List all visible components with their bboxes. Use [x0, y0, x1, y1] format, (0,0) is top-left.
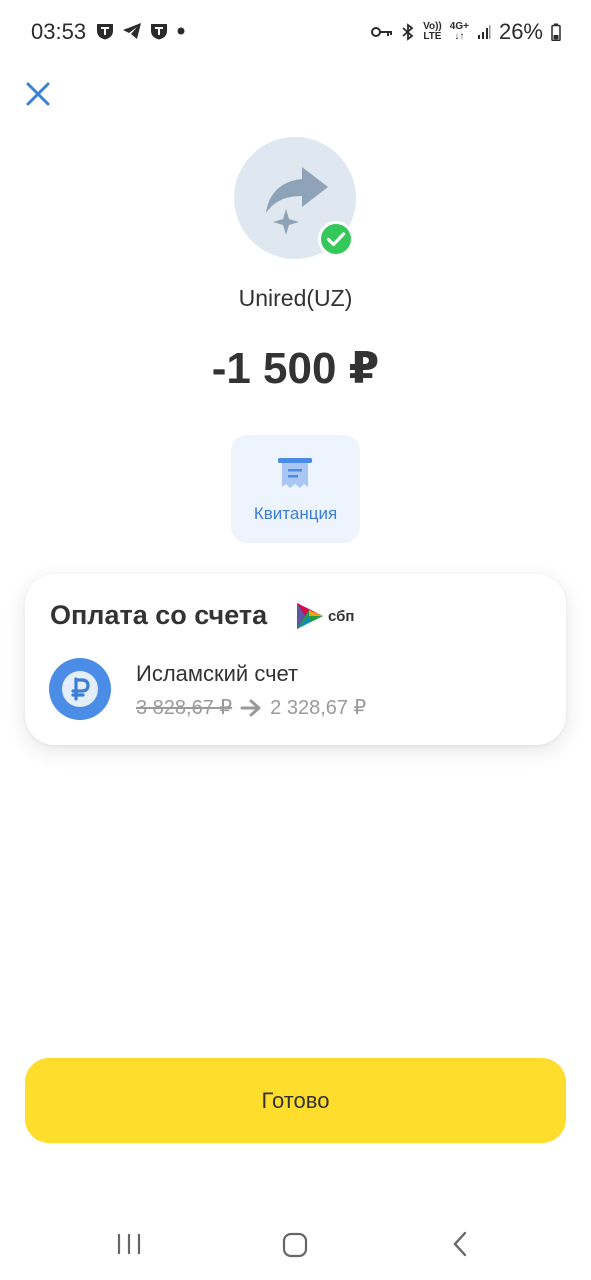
notification-icons [96, 22, 186, 40]
volte-indicator: Vo)) LTE [423, 21, 442, 42]
old-balance: 3 828,67 ₽ [136, 697, 233, 719]
ruble-icon [62, 671, 98, 707]
battery-icon [551, 23, 561, 41]
transaction-amount: -1 500 ₽ [211, 344, 380, 393]
shield-app-icon [151, 24, 167, 40]
status-time: 03:53 [31, 19, 87, 44]
back-icon [453, 1231, 467, 1257]
battery-percent: 26% [498, 19, 543, 44]
system-icons: Vo)) LTE 4G+ ↓↑ 26% [371, 19, 561, 45]
dot-icon [177, 27, 185, 35]
done-button[interactable]: Готово [25, 1058, 566, 1143]
system-nav-bar [0, 1210, 591, 1280]
success-badge [318, 221, 354, 257]
key-icon [371, 27, 393, 37]
new-balance: 2 328,67 ₽ [270, 697, 367, 719]
account-balance-change: 3 828,67 ₽ 2 328,67 ₽ [136, 695, 366, 720]
shield-app-icon [97, 24, 113, 40]
payment-source-card: Оплата со счета сбп Исламский счет 3 828… [25, 574, 566, 745]
sbp-logo-icon [297, 603, 323, 629]
close-button[interactable] [23, 79, 53, 109]
recent-apps-icon [117, 1234, 141, 1254]
home-icon [282, 1232, 308, 1258]
recipient-name: Unired(UZ) [238, 285, 353, 311]
signal-icon [477, 25, 491, 39]
account-avatar [49, 658, 111, 720]
back-button[interactable] [450, 1230, 470, 1263]
arrow-right-icon [240, 699, 261, 716]
status-bar: 03:53 Vo)) LTE 4G+ ↓↑ 26% [0, 0, 591, 64]
check-circle-icon [321, 224, 351, 254]
receipt-button[interactable]: Квитанция [231, 435, 360, 543]
sbp-text: сбп [328, 607, 355, 625]
home-button[interactable] [282, 1232, 308, 1263]
recent-apps-button[interactable] [116, 1232, 142, 1261]
receipt-icon [278, 458, 312, 488]
sbp-logo: сбп [295, 601, 354, 631]
close-icon [26, 82, 50, 106]
bluetooth-icon [402, 23, 414, 41]
receipt-label: Квитанция [253, 504, 338, 523]
telegram-icon [123, 23, 141, 39]
network-indicator: 4G+ ↓↑ [449, 21, 469, 42]
account-name: Исламский счет [136, 661, 299, 686]
payment-source-title: Оплата со счета [50, 600, 268, 630]
